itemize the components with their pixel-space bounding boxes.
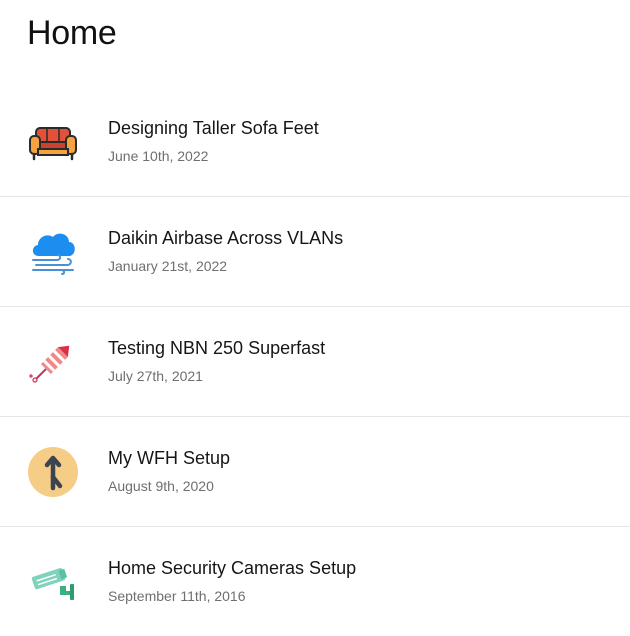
post-item-testing-nbn-250-superfast[interactable]: Testing NBN 250 Superfast July 27th, 202… [0,307,630,417]
post-date: July 27th, 2021 [108,368,203,384]
firework-rocket-icon [27,336,79,388]
post-item-daikin-airbase-across-vlans[interactable]: Daikin Airbase Across VLANs January 21st… [0,197,630,307]
page-title: Home [27,14,117,52]
post-list: Designing Taller Sofa Feet June 10th, 20… [0,87,630,636]
post-title: Designing Taller Sofa Feet [108,118,319,138]
post-date: September 11th, 2016 [108,588,246,604]
post-item-my-wfh-setup[interactable]: My WFH Setup August 9th, 2020 [0,417,630,527]
post-title: My WFH Setup [108,448,231,468]
security-camera-icon [27,556,79,608]
post-item-home-security-cameras-setup[interactable]: Home Security Cameras Setup September 11… [0,527,630,636]
post-date: August 9th, 2020 [108,478,214,494]
sofa-icon [27,116,79,168]
cloud-wind-icon [27,226,79,278]
post-title: Daikin Airbase Across VLANs [108,228,344,248]
post-title: Home Security Cameras Setup [108,558,357,578]
post-title: Testing NBN 250 Superfast [108,338,326,358]
post-item-designing-taller-sofa-feet[interactable]: Designing Taller Sofa Feet June 10th, 20… [0,87,630,197]
post-date: January 21st, 2022 [108,258,228,274]
merge-arrow-icon [27,446,79,498]
post-date: June 10th, 2022 [108,148,209,164]
